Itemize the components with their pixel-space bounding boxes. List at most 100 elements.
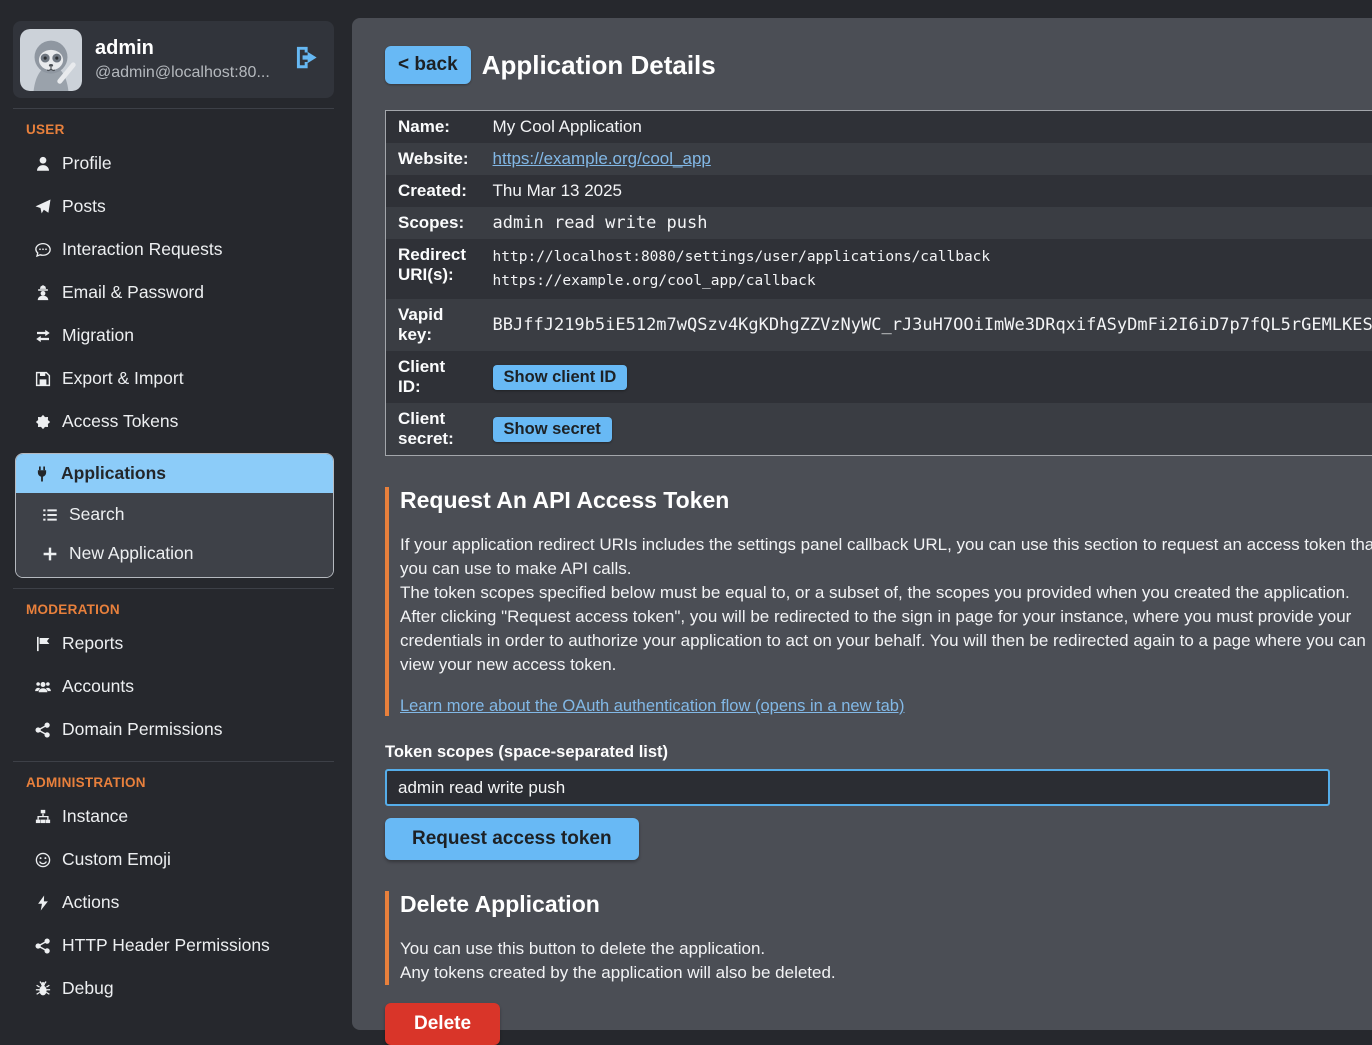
row-label: Client ID:	[386, 351, 481, 403]
sidebar-item-debug[interactable]: Debug	[13, 967, 334, 1010]
table-row-created: Created: Thu Mar 13 2025	[386, 175, 1372, 207]
plus-icon	[40, 545, 59, 563]
user-handle: @admin@localhost:80...	[95, 64, 280, 82]
section-paragraph: You can use this button to delete the ap…	[400, 937, 1372, 961]
sidebar-item-label: Email & Password	[62, 282, 204, 303]
sidebar-item-label: Accounts	[62, 676, 134, 697]
sidebar-item-label: Custom Emoji	[62, 849, 171, 870]
sidebar-item-label: Migration	[62, 325, 134, 346]
table-row-website: Website: https://example.org/cool_app	[386, 143, 1372, 175]
request-token-section: Request An API Access Token If your appl…	[385, 487, 1372, 716]
user-secret-icon	[33, 284, 52, 302]
sidebar-item-label: Domain Permissions	[62, 719, 222, 740]
table-row-name: Name: My Cool Application	[386, 111, 1372, 144]
table-row-scopes: Scopes: admin read write push	[386, 207, 1372, 239]
sidebar-nav: USER Profile Posts	[13, 108, 334, 1010]
table-row-redirect-uris: Redirect URI(s): http://localhost:8080/s…	[386, 239, 1372, 299]
main-panel: < back Application Details Name: My Cool…	[352, 18, 1372, 1030]
sidebar-item-posts[interactable]: Posts	[13, 185, 334, 228]
row-label: Vapid key:	[386, 299, 481, 351]
plug-icon	[32, 465, 51, 483]
oauth-docs-link[interactable]: Learn more about the OAuth authenticatio…	[400, 697, 904, 716]
section-title-user: USER	[13, 108, 334, 142]
row-label: Client secret:	[386, 403, 481, 456]
paper-plane-icon	[33, 198, 52, 216]
user-icon	[33, 155, 52, 173]
sidebar-item-instance[interactable]: Instance	[13, 795, 334, 838]
section-paragraph: After clicking "Request access token", y…	[400, 605, 1372, 677]
certificate-icon	[33, 413, 52, 431]
sidebar-item-label: Posts	[62, 196, 106, 217]
token-scopes-label: Token scopes (space-separated list)	[385, 743, 1372, 762]
sidebar-item-actions[interactable]: Actions	[13, 881, 334, 924]
page-header: < back Application Details	[385, 46, 1372, 84]
flag-icon	[33, 635, 52, 653]
row-label: Website:	[386, 143, 481, 175]
sidebar-item-profile[interactable]: Profile	[13, 142, 334, 185]
sidebar-item-label: Debug	[62, 978, 114, 999]
users-icon	[33, 678, 52, 696]
user-card[interactable]: admin @admin@localhost:80...	[13, 21, 334, 98]
section-heading: Delete Application	[400, 891, 1372, 918]
sidebar-item-domain-permissions[interactable]: Domain Permissions	[13, 708, 334, 751]
request-access-token-button[interactable]: Request access token	[385, 818, 639, 860]
sidebar-item-reports[interactable]: Reports	[13, 622, 334, 665]
username: admin	[95, 37, 280, 60]
sidebar-item-access-tokens[interactable]: Access Tokens	[13, 400, 334, 443]
table-row-client-id: Client ID: Show client ID	[386, 351, 1372, 403]
sidebar-item-applications-new[interactable]: New Application	[16, 534, 333, 573]
delete-application-section: Delete Application You can use this butt…	[385, 891, 1372, 985]
comment-dots-icon	[33, 241, 52, 259]
sidebar-item-email-password[interactable]: Email & Password	[13, 271, 334, 314]
row-value: My Cool Application	[481, 111, 1372, 144]
show-client-id-button[interactable]: Show client ID	[493, 365, 628, 390]
applications-submenu: Search New Application	[16, 493, 333, 577]
application-details-table: Name: My Cool Application Website: https…	[385, 110, 1372, 456]
row-value: admin read write push	[481, 207, 1372, 239]
sidebar: admin @admin@localhost:80... USER Profil…	[0, 0, 345, 1041]
floppy-disk-icon	[33, 370, 52, 388]
show-secret-button[interactable]: Show secret	[493, 417, 612, 442]
table-row-client-secret: Client secret: Show secret	[386, 403, 1372, 456]
sidebar-item-label: Export & Import	[62, 368, 184, 389]
sidebar-item-export-import[interactable]: Export & Import	[13, 357, 334, 400]
sidebar-item-label: Instance	[62, 806, 128, 827]
sidebar-item-label: Profile	[62, 153, 112, 174]
row-value: BBJffJ219b5iE512m7wQSzv4KgKDhgZZVzNyWC_r…	[481, 299, 1372, 351]
section-title-administration: ADMINISTRATION	[13, 761, 334, 795]
row-label: Scopes:	[386, 207, 481, 239]
sidebar-item-http-header-permissions[interactable]: HTTP Header Permissions	[13, 924, 334, 967]
share-nodes-icon	[33, 937, 52, 955]
sidebar-item-migration[interactable]: Migration	[13, 314, 334, 357]
section-paragraph: The token scopes specified below must be…	[400, 581, 1372, 605]
row-label: Redirect URI(s):	[386, 239, 481, 299]
back-button[interactable]: < back	[385, 46, 471, 84]
row-label: Created:	[386, 175, 481, 207]
user-info: admin @admin@localhost:80...	[95, 37, 280, 82]
table-row-vapid-key: Vapid key: BBJffJ219b5iE512m7wQSzv4KgKDh…	[386, 299, 1372, 351]
sidebar-item-label: HTTP Header Permissions	[62, 935, 270, 956]
sidebar-item-applications-search[interactable]: Search	[16, 495, 333, 534]
sidebar-item-label: Interaction Requests	[62, 239, 223, 260]
delete-button[interactable]: Delete	[385, 1003, 500, 1045]
redirect-uri: https://example.org/cool_app/callback	[493, 269, 1372, 293]
share-nodes-icon	[33, 721, 52, 739]
section-paragraph: If your application redirect URIs includ…	[400, 533, 1372, 581]
app-root: admin @admin@localhost:80... USER Profil…	[0, 0, 1372, 1041]
token-scopes-input[interactable]	[385, 769, 1330, 806]
page-title: Application Details	[482, 50, 716, 81]
sidebar-item-applications[interactable]: Applications	[16, 454, 333, 493]
bolt-icon	[33, 894, 52, 912]
sloth-avatar	[20, 29, 82, 91]
sitemap-icon	[33, 808, 52, 826]
sidebar-item-label: Actions	[62, 892, 119, 913]
website-link[interactable]: https://example.org/cool_app	[493, 149, 711, 168]
sidebar-item-label: Reports	[62, 633, 123, 654]
sidebar-item-accounts[interactable]: Accounts	[13, 665, 334, 708]
sign-out-icon[interactable]	[293, 44, 320, 76]
section-heading: Request An API Access Token	[400, 487, 1372, 514]
section-paragraph: Any tokens created by the application wi…	[400, 961, 1372, 985]
row-label: Name:	[386, 111, 481, 144]
sidebar-item-interaction-requests[interactable]: Interaction Requests	[13, 228, 334, 271]
sidebar-item-custom-emoji[interactable]: Custom Emoji	[13, 838, 334, 881]
